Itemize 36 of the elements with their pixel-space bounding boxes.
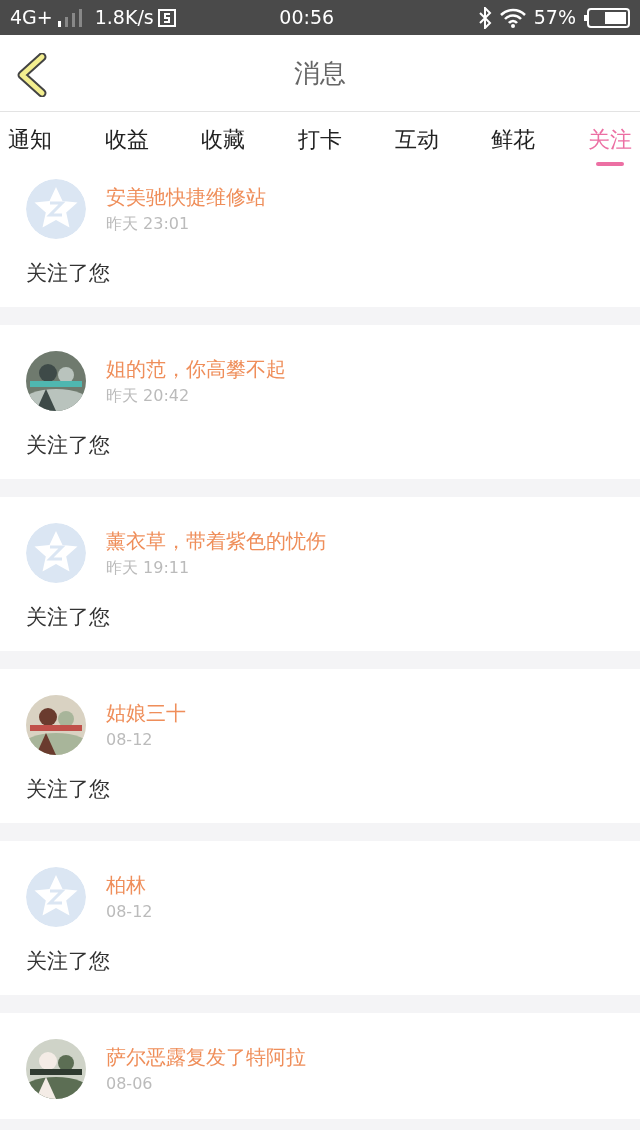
tab[interactable]: 鲜花 <box>491 113 536 168</box>
notification-card[interactable]: 薰衣草，带着紫色的忧伤 昨天 19:11 关注了您 <box>0 497 640 651</box>
battery-percentage: 57% <box>533 5 576 31</box>
timestamp: 昨天 20:42 <box>106 384 191 407</box>
battery-icon <box>584 7 630 28</box>
app-notification-icon <box>157 8 176 27</box>
tab[interactable]: 通知 <box>8 113 52 168</box>
default-avatar-icon <box>26 179 86 239</box>
timestamp: 08-12 <box>106 900 153 923</box>
default-avatar-icon <box>26 867 86 927</box>
tab[interactable]: 收益 <box>104 113 149 168</box>
message-text: 关注了您 <box>26 776 111 803</box>
tab[interactable]: 打卡 <box>297 113 342 168</box>
notification-card[interactable]: 安美驰快捷维修站 昨天 23:01 关注了您 <box>0 169 640 307</box>
notification-card[interactable]: 姑娘三十 08-12 关注了您 <box>0 669 640 823</box>
network-speed: 1.8K/s <box>94 5 154 31</box>
timestamp: 昨天 23:01 <box>106 212 191 235</box>
notification-card[interactable]: 姐的范，你高攀不起 昨天 20:42 关注了您 <box>0 325 640 479</box>
timestamp: 08-06 <box>106 1072 154 1095</box>
message-text: 关注了您 <box>26 432 111 459</box>
back-icon[interactable] <box>16 53 48 97</box>
timestamp: 昨天 19:11 <box>106 556 191 579</box>
message-text: 关注了您 <box>26 260 111 287</box>
bluetooth-icon <box>477 6 492 29</box>
network-type: 4G+ <box>10 5 53 31</box>
signal-icon <box>56 8 83 27</box>
message-text: 关注了您 <box>26 604 111 631</box>
clock: 00:56 <box>279 5 335 31</box>
notification-card[interactable]: 柏林 08-12 关注了您 <box>0 841 640 995</box>
timestamp: 08-12 <box>106 728 154 751</box>
default-avatar-icon <box>26 523 86 583</box>
message-text: 关注了您 <box>26 948 111 975</box>
wifi-icon <box>499 7 526 28</box>
tab[interactable]: 收藏 <box>201 113 246 168</box>
page-title: 消息 <box>294 56 346 90</box>
tab[interactable]: 互动 <box>394 113 439 168</box>
